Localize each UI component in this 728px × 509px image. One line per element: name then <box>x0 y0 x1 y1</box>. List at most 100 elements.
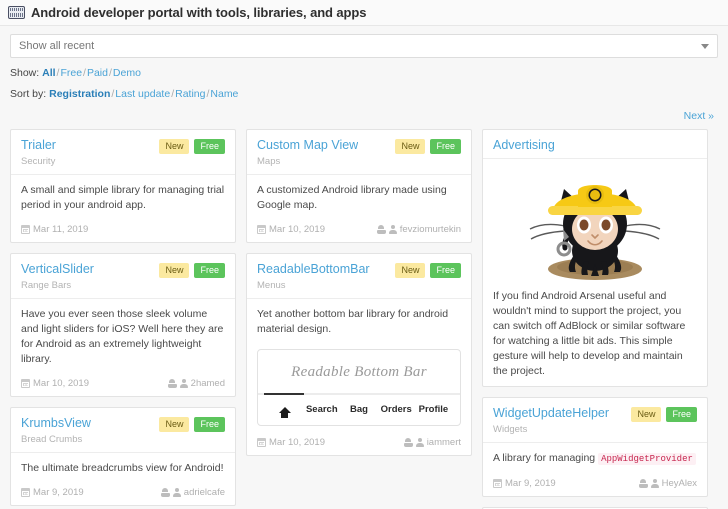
preview-nav-profile: Profile <box>418 404 449 415</box>
card-date: Mar 11, 2019 <box>21 224 88 235</box>
card-date-text: Mar 10, 2019 <box>269 224 325 235</box>
octocat-hardhat-image <box>493 159 697 287</box>
card-author: adrielcafe <box>160 487 225 498</box>
user-icon <box>388 225 397 234</box>
status-badge-new: New <box>159 263 190 278</box>
card-header: KrumbsView New Free <box>21 416 225 432</box>
status-badge-free: Free <box>194 263 225 278</box>
show-filter-demo[interactable]: Demo <box>113 67 141 79</box>
calendar-icon <box>21 225 30 234</box>
sort-filter-row: Sort by: Registration/Last update/Rating… <box>10 88 239 100</box>
card-header: VerticalSlider New Free <box>21 262 225 278</box>
card-title-link[interactable]: Advertising <box>493 138 555 153</box>
card-header: Trialer New Free <box>21 138 225 154</box>
page-title: Android developer portal with tools, lib… <box>31 5 367 20</box>
sort-label: Sort by: <box>10 88 47 100</box>
chevron-down-icon <box>701 44 709 49</box>
card-date: Mar 9, 2019 <box>21 487 84 498</box>
show-filter-free[interactable]: Free <box>60 67 82 79</box>
android-robot-icon <box>167 379 177 388</box>
card-grid: Trialer New Free Security A small and si… <box>10 129 724 509</box>
inline-code: AppWidgetProvider <box>598 453 696 465</box>
preview-active-indicator <box>258 393 460 395</box>
advertising-description: If you find Android Arsenal useful and w… <box>493 290 686 377</box>
preview-title: Readable Bottom Bar <box>291 364 427 380</box>
card-category: Menus <box>257 280 286 291</box>
badge-group: New Free <box>395 138 461 154</box>
sort-name[interactable]: Name <box>210 88 238 100</box>
card-description: A small and simple library for managing … <box>21 184 225 211</box>
status-badge-new: New <box>395 139 426 154</box>
status-badge-free: Free <box>194 417 225 432</box>
preview-nav: Search Bag Orders Profile <box>258 395 460 425</box>
user-icon <box>179 379 188 388</box>
card-meta: Mar 10, 2019 iammert <box>257 437 461 448</box>
next-page-link[interactable]: Next » <box>684 110 714 122</box>
card-description: A customized Android library made using … <box>257 184 447 211</box>
card-author: iammert <box>403 437 461 448</box>
card-description: Yet another bottom bar library for andro… <box>257 308 449 335</box>
card-date-text: Mar 10, 2019 <box>33 378 89 389</box>
status-badge-free: Free <box>194 139 225 154</box>
badge-group: New Free <box>631 406 697 422</box>
calendar-icon <box>21 488 30 497</box>
status-badge-new: New <box>631 407 662 422</box>
calendar-icon <box>257 438 266 447</box>
card-category: Security <box>21 156 56 167</box>
card-description: Have you ever seen those sleek volume an… <box>21 308 224 365</box>
card-title-link[interactable]: KrumbsView <box>21 416 91 431</box>
card-title-link[interactable]: Trialer <box>21 138 56 153</box>
bottom-bar-preview-image: Readable Bottom Bar Search Bag Orders Pr… <box>257 349 461 426</box>
pagination: Next » <box>0 100 728 128</box>
card-readablebottombar[interactable]: ReadableBottomBar New Free Menus Yet ano… <box>246 253 472 456</box>
status-badge-free: Free <box>430 139 461 154</box>
card-header: Advertising <box>493 138 697 153</box>
sort-rating[interactable]: Rating <box>175 88 205 100</box>
preview-nav-orders: Orders <box>380 404 412 415</box>
card-krumbsview[interactable]: KrumbsView New Free Bread Crumbs The ult… <box>10 407 236 506</box>
card-column-2: Custom Map View New Free Maps A customiz… <box>246 129 472 466</box>
card-custom-map-view[interactable]: Custom Map View New Free Maps A customiz… <box>246 129 472 243</box>
user-icon <box>172 488 181 497</box>
status-badge-new: New <box>159 417 190 432</box>
preview-nav-bag: Bag <box>350 404 368 415</box>
show-all-recent-select[interactable]: Show all recent <box>10 34 718 58</box>
app-page: Android developer portal with tools, lib… <box>0 0 728 509</box>
show-filter-paid[interactable]: Paid <box>87 67 108 79</box>
site-header: Android developer portal with tools, lib… <box>0 0 728 26</box>
calendar-icon <box>21 379 30 388</box>
card-description-text: A library for managing <box>493 452 599 464</box>
card-widgetupdatehelper[interactable]: WidgetUpdateHelper New Free Widgets A li… <box>482 397 708 497</box>
card-title-link[interactable]: Custom Map View <box>257 138 358 153</box>
card-date: Mar 9, 2019 <box>493 478 556 489</box>
card-author-name: iammert <box>426 437 461 448</box>
card-title-link[interactable]: WidgetUpdateHelper <box>493 406 609 421</box>
user-icon <box>650 479 659 488</box>
card-category: Range Bars <box>21 280 72 291</box>
card-date: Mar 10, 2019 <box>257 437 325 448</box>
card-verticalslider[interactable]: VerticalSlider New Free Range Bars Have … <box>10 253 236 397</box>
card-column-3: Advertising If you find Android Arsenal … <box>482 129 708 509</box>
android-robot-icon <box>160 488 170 497</box>
card-title-link[interactable]: ReadableBottomBar <box>257 262 370 277</box>
android-robot-icon <box>403 438 413 447</box>
card-meta: Mar 11, 2019 <box>21 224 225 235</box>
card-trialer[interactable]: Trialer New Free Security A small and si… <box>10 129 236 243</box>
card-description: A library for managing AppWidgetProvider <box>493 443 697 467</box>
status-badge-new: New <box>395 263 426 278</box>
card-column-1: Trialer New Free Security A small and si… <box>10 129 236 509</box>
show-filter-all[interactable]: All <box>42 67 55 79</box>
card-title-link[interactable]: VerticalSlider <box>21 262 94 277</box>
card-date: Mar 10, 2019 <box>257 224 325 235</box>
android-robot-icon <box>376 225 386 234</box>
device-keyboard-icon <box>8 6 25 19</box>
card-author-name: HeyAlex <box>661 478 697 489</box>
card-description: The ultimate breadcrumbs view for Androi… <box>21 462 224 474</box>
sort-last-update[interactable]: Last update <box>115 88 170 100</box>
card-author-name: 2hamed <box>190 378 225 389</box>
card-date-text: Mar 9, 2019 <box>505 478 556 489</box>
preview-nav-search: Search <box>305 404 338 415</box>
sort-registration[interactable]: Registration <box>49 88 110 100</box>
badge-group: New Free <box>159 138 225 154</box>
card-date-text: Mar 10, 2019 <box>269 437 325 448</box>
